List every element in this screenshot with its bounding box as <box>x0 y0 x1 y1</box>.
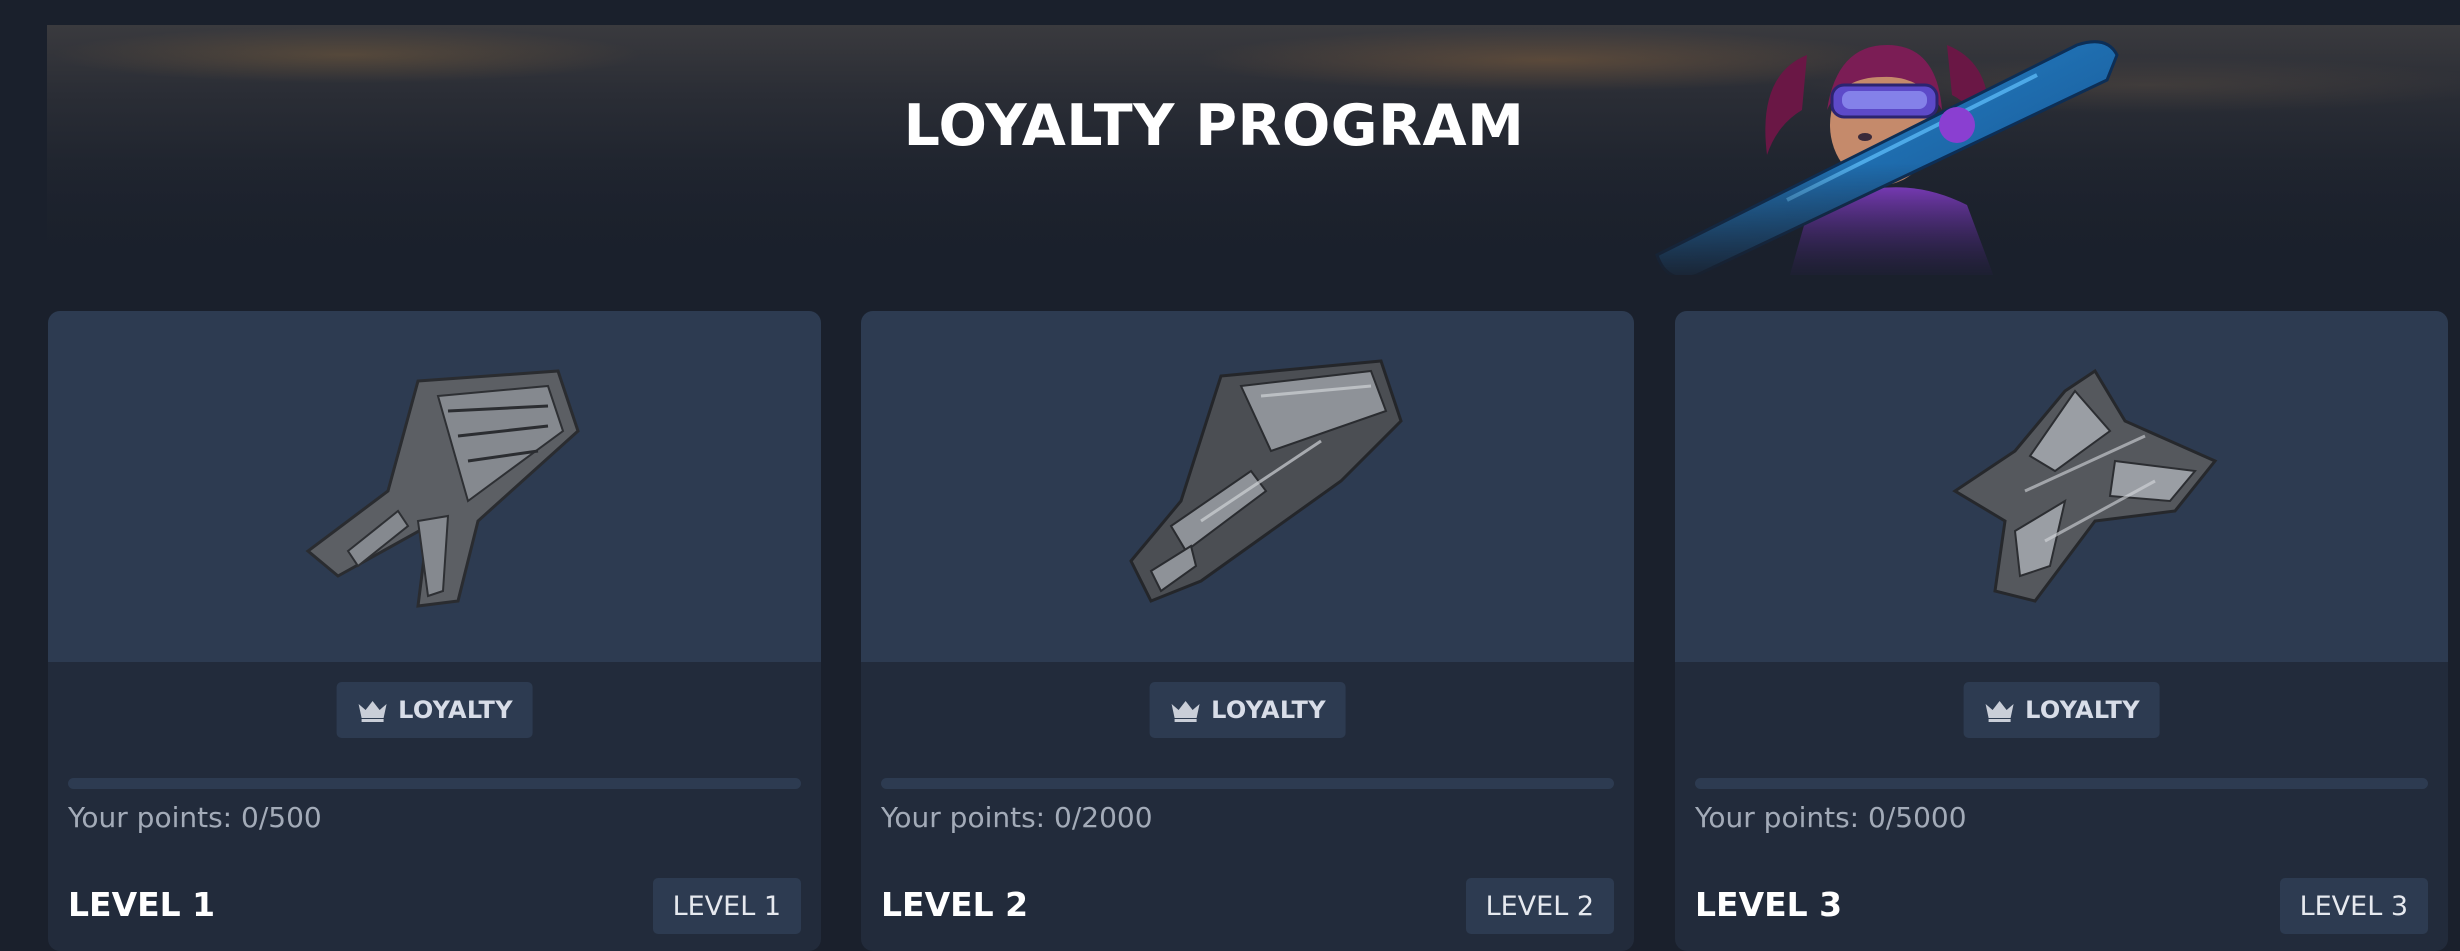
loyalty-badge: LOYALTY <box>1149 682 1346 738</box>
crown-icon <box>1985 701 2014 722</box>
banner: LOYALTY PROGRAM <box>47 25 2460 275</box>
ship-icon <box>305 369 580 608</box>
crown-icon <box>1171 701 1200 722</box>
loyalty-card-level-2: LOYALTY Your points: 0/2000 LEVEL 2 LEVE… <box>861 311 1634 951</box>
points-text: Your points: 0/500 <box>68 801 322 834</box>
loyalty-card-level-3: LOYALTY Your points: 0/5000 LEVEL 3 LEVE… <box>1675 311 2448 951</box>
level-button[interactable]: LEVEL 1 <box>652 878 801 934</box>
card-image <box>861 311 1634 662</box>
level-button[interactable]: LEVEL 2 <box>1465 878 1614 934</box>
level-title: LEVEL 1 <box>68 885 216 924</box>
loyalty-badge: LOYALTY <box>336 682 533 738</box>
points-progress-bar <box>68 778 801 789</box>
card-image <box>48 311 821 662</box>
ship-icon <box>1952 368 2218 603</box>
card-image <box>1675 311 2448 662</box>
points-progress-bar <box>1695 778 2428 789</box>
badge-label: LOYALTY <box>1211 696 1326 724</box>
page-title: LOYALTY PROGRAM <box>903 93 1525 159</box>
crown-icon <box>358 701 387 722</box>
ship-icon <box>1129 359 1403 603</box>
points-text: Your points: 0/5000 <box>1695 801 1967 834</box>
level-title: LEVEL 3 <box>1695 885 1843 924</box>
points-progress-bar <box>881 778 1614 789</box>
level-button[interactable]: LEVEL 3 <box>2279 878 2428 934</box>
badge-label: LOYALTY <box>2025 696 2140 724</box>
level-title: LEVEL 2 <box>881 885 1029 924</box>
points-text: Your points: 0/2000 <box>881 801 1153 834</box>
loyalty-badge: LOYALTY <box>1963 682 2160 738</box>
loyalty-card-level-1: LOYALTY Your points: 0/500 LEVEL 1 LEVEL… <box>48 311 821 951</box>
badge-label: LOYALTY <box>398 696 513 724</box>
